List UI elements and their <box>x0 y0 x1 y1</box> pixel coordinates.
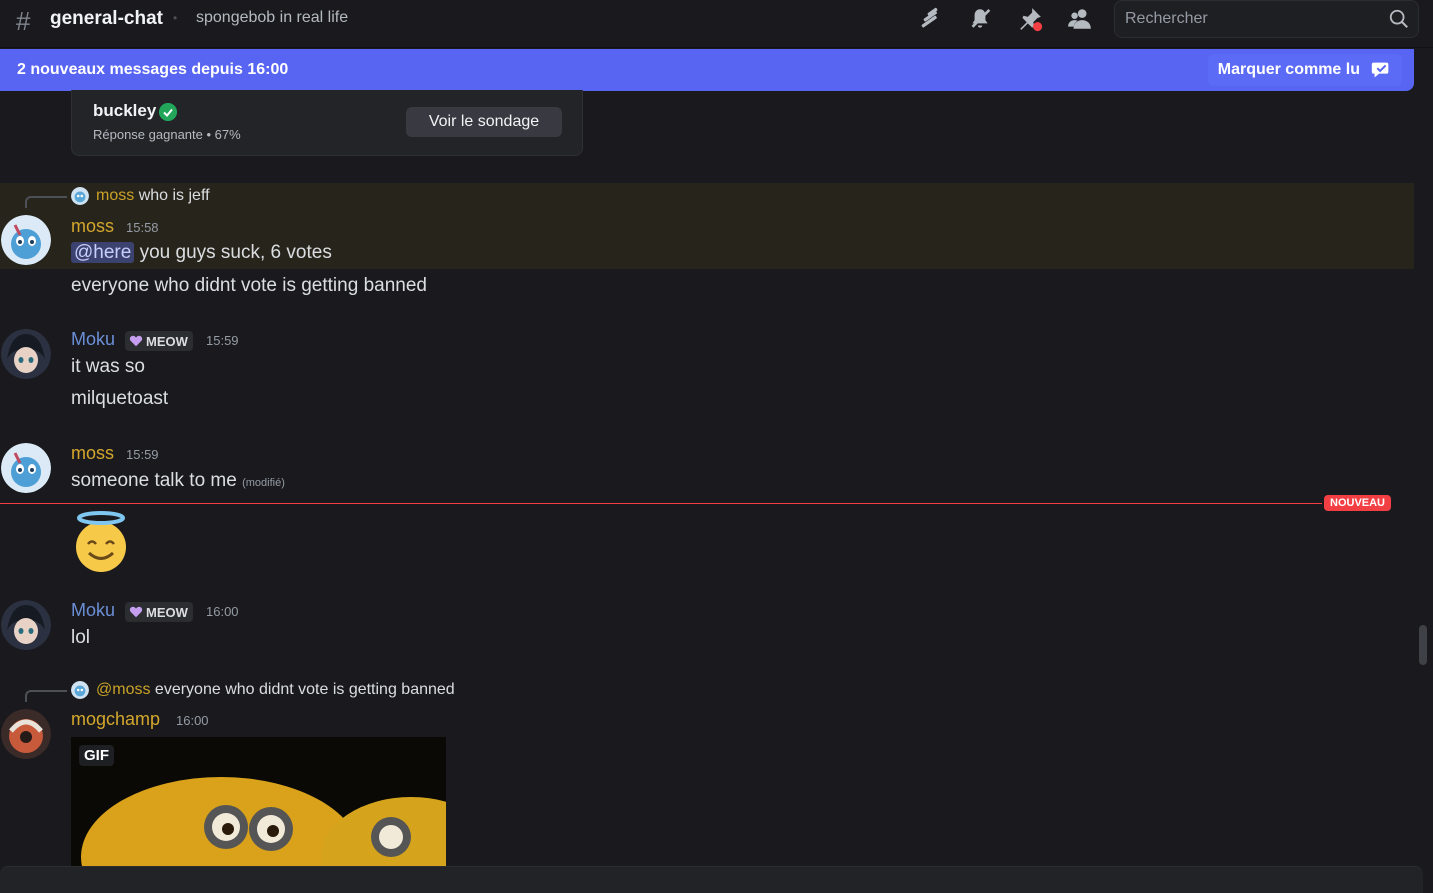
new-label: NOUVEAU <box>1324 495 1392 511</box>
avatar-moku[interactable] <box>1 600 51 650</box>
message-text: everyone who didnt vote is getting banne… <box>71 275 427 296</box>
message-composer[interactable] <box>0 866 1423 893</box>
message-text: milquetoast <box>71 388 169 409</box>
reply-author: @moss <box>96 681 151 698</box>
reply-content: everyone who didnt vote is getting banne… <box>154 681 455 698</box>
author-name[interactable]: Moku <box>71 329 115 350</box>
poll-winner: buckley <box>93 101 157 120</box>
message-text: lol <box>71 627 91 648</box>
search-icon <box>1389 9 1408 28</box>
gif-embed[interactable]: GIF <box>71 737 446 867</box>
mark-as-read-button[interactable]: Marquer comme lu <box>1207 54 1402 86</box>
search-input[interactable]: Rechercher <box>1114 0 1419 38</box>
message-timestamp: 16:00 <box>206 604 239 619</box>
mention-here[interactable]: @here <box>71 242 135 263</box>
avatar-mini-moss[interactable] <box>71 681 89 699</box>
message-line: someone talk to me <box>71 470 237 491</box>
avatar-moss[interactable] <box>1 215 51 265</box>
mark-read-icon <box>1371 62 1389 78</box>
gif-preview-image <box>71 737 446 867</box>
avatar-moku[interactable] <box>1 329 51 379</box>
members-icon[interactable] <box>1067 6 1093 32</box>
role-badge[interactable]: MEOW <box>125 602 193 622</box>
message-timestamp: 16:00 <box>176 713 209 728</box>
reply-connector <box>25 690 67 702</box>
message-timestamp: 15:59 <box>126 447 159 462</box>
reply-preview[interactable]: moss who is jeff <box>96 187 210 205</box>
hashtag-icon: # <box>16 6 31 36</box>
view-poll-button[interactable]: Voir le sondage <box>406 107 562 137</box>
reply-preview[interactable]: @moss everyone who didnt vote is getting… <box>96 681 455 699</box>
message-text: @here you guys suck, 6 votes <box>71 242 332 264</box>
author-name[interactable]: Moku <box>71 600 115 621</box>
reply-connector <box>25 196 67 208</box>
role-badge[interactable]: MEOW <box>125 331 193 351</box>
message-text: someone talk to me (modifié) <box>71 470 285 492</box>
heart-badge-icon <box>129 606 143 618</box>
heart-badge-icon <box>129 335 143 347</box>
avatar-mogchamp[interactable] <box>1 709 51 759</box>
author-name[interactable]: mogchamp <box>71 709 160 730</box>
channel-header: # general-chat • spongebob in real life … <box>0 0 1433 48</box>
new-messages-divider <box>0 503 1322 504</box>
role-badge-label: MEOW <box>146 333 188 349</box>
avatar-moss[interactable] <box>1 443 51 493</box>
separator-dot: • <box>173 11 178 25</box>
reply-content: who is jeff <box>138 187 210 204</box>
poll-subtitle: Réponse gagnante • 67% <box>93 127 241 142</box>
new-messages-bar[interactable]: 2 nouveaux messages depuis 16:00 Marquer… <box>0 49 1414 91</box>
threads-icon[interactable] <box>917 6 943 32</box>
channel-name: general-chat <box>50 8 163 29</box>
verified-check-icon <box>159 103 177 121</box>
author-name[interactable]: moss <box>71 216 114 237</box>
message-line: you guys suck, 6 votes <box>134 242 332 263</box>
mute-icon[interactable] <box>967 6 993 32</box>
search-placeholder: Rechercher <box>1125 10 1208 27</box>
role-badge-label: MEOW <box>146 604 188 620</box>
reply-author: moss <box>96 187 135 204</box>
pin-icon[interactable] <box>1017 6 1043 32</box>
message-timestamp: 15:59 <box>206 333 239 348</box>
author-name[interactable]: moss <box>71 443 114 464</box>
channel-topic[interactable]: spongebob in real life <box>196 9 348 27</box>
new-messages-text: 2 nouveaux messages depuis 16:00 <box>17 61 289 78</box>
avatar-mini-moss[interactable] <box>71 187 89 205</box>
gif-label: GIF <box>79 745 114 766</box>
edited-tag: (modifié) <box>242 477 285 489</box>
message-timestamp: 15:58 <box>126 220 159 235</box>
mark-as-read-label: Marquer comme lu <box>1217 61 1360 78</box>
poll-result-card: buckley Réponse gagnante • 67% Voir le s… <box>71 90 583 156</box>
smiling-halo-emoji[interactable] <box>70 511 132 573</box>
message-text: it was so <box>71 356 145 377</box>
scrollbar-thumb[interactable] <box>1419 625 1427 665</box>
